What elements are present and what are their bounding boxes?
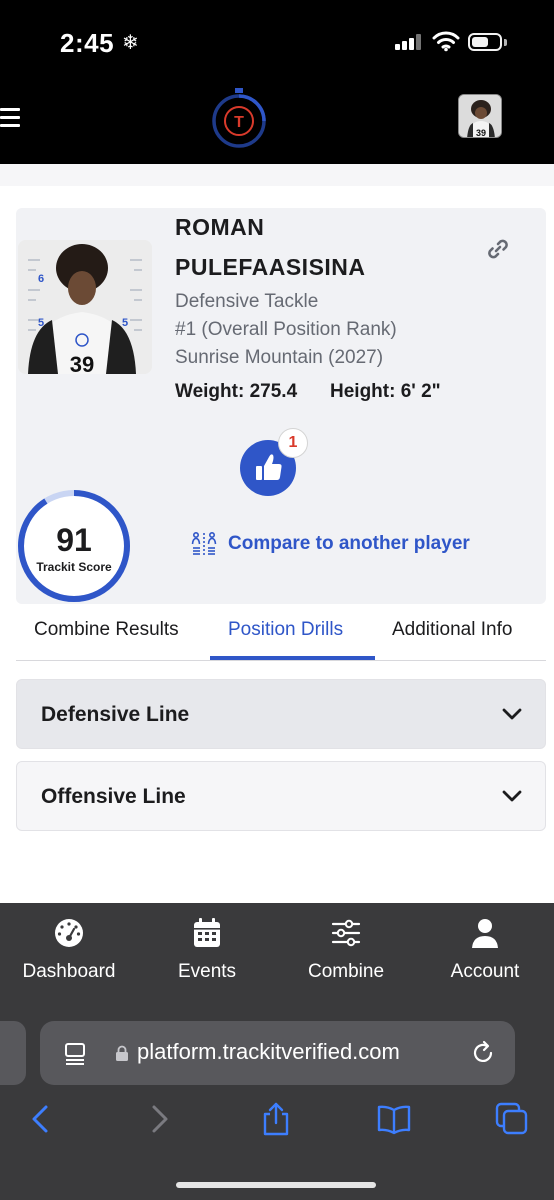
tab-additional-info[interactable]: Additional Info xyxy=(392,619,512,641)
player-last-name: PULEFAASISINA xyxy=(175,254,366,280)
player-photo: 6 5 5 39 xyxy=(18,240,152,374)
cell-signal-icon xyxy=(395,34,423,50)
chevron-down-icon xyxy=(502,790,522,802)
nav-label: Events xyxy=(177,961,237,982)
lock-icon xyxy=(116,1045,128,1061)
logo-letter: T xyxy=(234,114,244,131)
player-position: Defensive Tackle xyxy=(175,291,319,312)
player-school: Sunrise Mountain (2027) xyxy=(175,347,384,368)
photo-jersey: 39 xyxy=(70,352,94,374)
nav-label: Account xyxy=(450,961,520,982)
nav-account[interactable]: Account xyxy=(416,903,554,995)
nav-label: Combine xyxy=(307,961,385,982)
accordion-offensive-line[interactable]: Offensive Line xyxy=(16,761,546,831)
height-label: Height: xyxy=(330,381,396,402)
nav-events[interactable]: Events xyxy=(138,903,276,995)
accordion-title: Defensive Line xyxy=(41,703,190,726)
nav-combine[interactable]: Combine xyxy=(277,903,415,995)
url-text[interactable]: platform.trackitverified.com xyxy=(137,1039,400,1065)
share-icon[interactable] xyxy=(258,1101,294,1137)
svg-text:6: 6 xyxy=(38,273,44,285)
compare-player-button[interactable]: Compare to another player xyxy=(190,530,470,558)
like-count-badge: 1 xyxy=(278,428,308,458)
tabs-icon[interactable] xyxy=(494,1101,530,1137)
wifi-icon xyxy=(432,31,460,52)
accordion-defensive-line[interactable]: Defensive Line xyxy=(16,679,546,749)
accordion-title: Offensive Line xyxy=(41,785,186,808)
active-tab-indicator xyxy=(210,656,375,660)
trackit-score-value: 91 xyxy=(56,522,92,558)
dashboard-icon xyxy=(55,919,83,947)
trackit-score-label: Trackit Score xyxy=(36,560,112,574)
link-icon[interactable] xyxy=(485,236,511,262)
profile-avatar[interactable]: 39 xyxy=(458,94,502,138)
height-value: 6' 2" xyxy=(400,381,441,402)
svg-text:5: 5 xyxy=(122,317,128,329)
nav-label: Dashboard xyxy=(22,961,116,982)
battery-icon xyxy=(468,33,502,51)
bookmarks-icon[interactable] xyxy=(376,1101,412,1137)
forward-icon[interactable] xyxy=(142,1101,178,1137)
reader-icon[interactable] xyxy=(64,1041,86,1065)
status-time: 2:45 xyxy=(60,28,115,58)
tab-bar: Combine Results Position Drills Addition… xyxy=(16,605,546,661)
trackit-logo-icon[interactable]: T xyxy=(210,86,268,148)
bottom-nav: Dashboard Events Combine Account xyxy=(0,903,554,995)
sliders-icon xyxy=(331,919,361,947)
header-divider xyxy=(0,164,554,186)
compare-player-label: Compare to another player xyxy=(228,533,470,554)
reload-icon[interactable] xyxy=(470,1040,496,1066)
player-height: Height: 6' 2" xyxy=(330,381,441,403)
calendar-icon xyxy=(194,918,220,947)
player-rank: #1 (Overall Position Rank) xyxy=(175,319,397,340)
player-first-name: ROMAN xyxy=(175,214,265,240)
previous-tab-preview[interactable] xyxy=(0,1021,26,1085)
chevron-down-icon xyxy=(502,708,522,720)
person-icon xyxy=(472,919,498,948)
weight-value: 275.4 xyxy=(249,381,298,402)
page: 2:45 ❄ T 39 6 5 5 39 ROMAN PULEFAASISINA… xyxy=(0,0,554,1200)
battery-cap xyxy=(504,39,507,46)
home-indicator xyxy=(176,1182,376,1188)
menu-icon[interactable] xyxy=(0,108,20,130)
weight-label: Weight: xyxy=(175,381,245,402)
status-bar: 2:45 ❄ xyxy=(0,0,554,84)
back-icon[interactable] xyxy=(22,1101,58,1137)
snowflake-icon: ❄ xyxy=(122,32,139,54)
tab-combine-results[interactable]: Combine Results xyxy=(34,619,179,641)
compare-icon xyxy=(191,531,217,556)
tab-position-drills[interactable]: Position Drills xyxy=(228,619,343,641)
nav-dashboard[interactable]: Dashboard xyxy=(0,903,138,995)
player-weight: Weight: 275.4 xyxy=(175,381,297,403)
avatar-jersey: 39 xyxy=(476,128,486,138)
avatar-photo: 39 xyxy=(459,95,501,138)
